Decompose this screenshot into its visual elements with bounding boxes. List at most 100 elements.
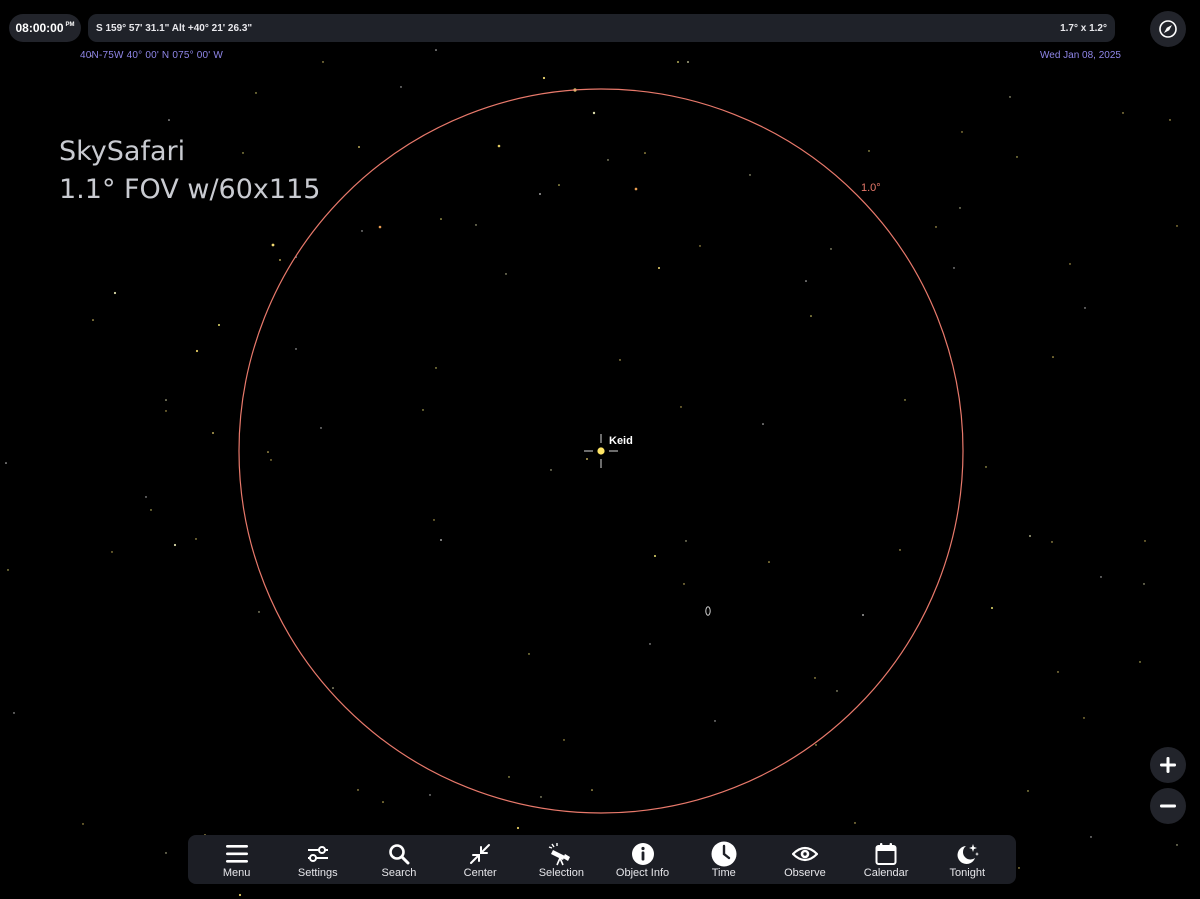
star [1090, 836, 1092, 838]
fov-readout: 1.7° x 1.2° [1060, 23, 1107, 34]
star [868, 150, 870, 152]
star [685, 540, 687, 542]
star [959, 207, 961, 209]
star [634, 187, 638, 191]
star [1122, 112, 1124, 114]
star [150, 509, 152, 511]
toolbar-center-label: Center [463, 867, 497, 879]
star [830, 248, 832, 250]
star [5, 462, 7, 464]
toolbar-time-button[interactable]: Time [683, 835, 764, 884]
star [854, 822, 856, 824]
plus-icon [1160, 757, 1176, 773]
star [563, 739, 565, 741]
toolbar-tonight-button[interactable]: Tonight [927, 835, 1008, 884]
toolbar-center-button[interactable]: Center [440, 835, 521, 884]
calendar-icon [875, 843, 897, 865]
star [699, 245, 701, 247]
star [619, 359, 621, 361]
overlay-subtitle: 1.1° FOV w/60x115 [59, 174, 321, 205]
star [985, 466, 987, 468]
fov-circle-label: 1.0° [861, 182, 881, 194]
star [165, 852, 167, 854]
toolbar-tonight-label: Tonight [949, 867, 986, 879]
bottom-toolbar: Menu Settings Search Center Selection Ob… [188, 835, 1016, 884]
star [1016, 156, 1018, 158]
star [440, 218, 442, 220]
time-display[interactable]: 08:00:00 PM [9, 14, 81, 42]
compass-button[interactable] [1150, 11, 1186, 47]
star [145, 496, 147, 498]
star [1100, 576, 1102, 578]
star [440, 539, 442, 541]
star [13, 712, 15, 714]
star [422, 409, 424, 411]
zoom-in-button[interactable] [1150, 747, 1186, 783]
selected-star-keid[interactable] [597, 447, 605, 455]
star [558, 184, 560, 186]
toolbar-observe-button[interactable]: Observe [764, 835, 845, 884]
galaxy-marker[interactable] [705, 606, 711, 616]
overlay-title: SkySafari [59, 136, 186, 167]
moon-stars-icon [957, 844, 980, 864]
star [899, 549, 901, 551]
star [358, 146, 360, 148]
star [508, 776, 510, 778]
zoom-out-button[interactable] [1150, 788, 1186, 824]
star [516, 826, 520, 830]
star [592, 111, 596, 115]
star [815, 744, 817, 746]
star [475, 224, 477, 226]
toolbar-selection-button[interactable]: Selection [521, 835, 602, 884]
star [400, 86, 402, 88]
toolbar-calendar-label: Calendar [863, 867, 909, 879]
star [762, 423, 764, 425]
star [953, 267, 955, 269]
toolbar-menu-button[interactable]: Menu [196, 835, 277, 884]
star [1057, 671, 1059, 673]
star [658, 267, 660, 269]
star [92, 319, 94, 321]
star [862, 614, 864, 616]
star [270, 459, 272, 461]
star [168, 119, 170, 121]
star [435, 367, 437, 369]
star [195, 538, 197, 540]
toolbar-search-label: Search [381, 867, 417, 879]
star [382, 801, 384, 803]
coordinate-bar[interactable]: S 159° 57' 31.1" Alt +40° 21' 26.3" 1.7°… [88, 14, 1115, 42]
star [649, 643, 651, 645]
star [271, 243, 275, 247]
toolbar-object-info-button[interactable]: Object Info [602, 835, 683, 884]
toolbar-search-button[interactable]: Search [358, 835, 439, 884]
star [644, 152, 646, 154]
time-period: PM [65, 22, 75, 28]
toolbar-time-label: Time [711, 867, 736, 879]
star [677, 61, 679, 63]
star [714, 720, 716, 722]
star [935, 226, 937, 228]
toolbar-settings-label: Settings [297, 867, 338, 879]
star [542, 76, 546, 80]
overlay-caption: SkySafari 1.1° FOV w/60x115 [59, 133, 320, 209]
star [539, 193, 541, 195]
star [805, 280, 807, 282]
selected-object-label: Keid [609, 435, 633, 447]
star [429, 794, 431, 796]
star [238, 893, 242, 897]
star [497, 144, 501, 148]
toolbar-settings-button[interactable]: Settings [277, 835, 358, 884]
star [1084, 307, 1086, 309]
center-arrows-icon [470, 844, 491, 864]
menu-icon [225, 845, 248, 863]
star [378, 225, 382, 229]
star [768, 561, 770, 563]
toolbar-calendar-button[interactable]: Calendar [846, 835, 927, 884]
star [961, 131, 963, 133]
info-icon [631, 843, 654, 865]
star [267, 451, 269, 453]
star [1176, 225, 1178, 227]
star [1052, 356, 1054, 358]
star [111, 551, 113, 553]
star [591, 789, 593, 791]
